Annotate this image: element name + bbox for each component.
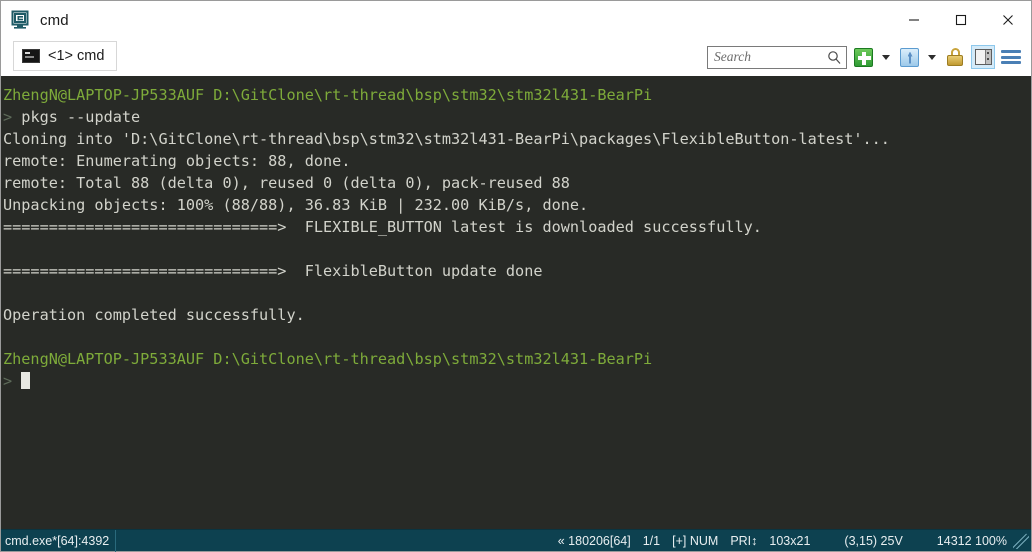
minimize-button[interactable]: [890, 1, 937, 39]
status-process: cmd.exe*[64]:4392: [5, 533, 110, 548]
terminal-line: remote: Total 88 (delta 0), reused 0 (de…: [3, 172, 1031, 194]
status-keys: [+] NUM: [672, 533, 719, 548]
terminal-text: ZhengN@LAPTOP-JP533AUF D:\GitClone\rt-th…: [3, 350, 653, 368]
terminal-line: Operation completed successfully.: [3, 304, 1031, 326]
status-priority: PRI↕: [730, 533, 758, 548]
terminal-line: > pkgs --update: [3, 106, 1031, 128]
tab-bar: <1> cmd: [1, 39, 1031, 76]
active-console-dropdown[interactable]: [925, 45, 939, 69]
main-menu-button[interactable]: [999, 45, 1023, 69]
terminal-output[interactable]: ZhengN@LAPTOP-JP533AUF D:\GitClone\rt-th…: [1, 76, 1031, 529]
blue-up-arrow-icon: [899, 47, 919, 67]
terminal-text: >: [3, 108, 22, 126]
lock-button[interactable]: [943, 45, 967, 69]
new-console-dropdown[interactable]: [879, 45, 893, 69]
search-input[interactable]: [714, 49, 827, 65]
terminal-line: ZhengN@LAPTOP-JP533AUF D:\GitClone\rt-th…: [3, 84, 1031, 106]
status-bar: cmd.exe*[64]:4392 « 180206[64] 1/1 [+] N…: [1, 529, 1031, 552]
terminal-text: Cloning into 'D:\GitClone\rt-thread\bsp\…: [3, 130, 890, 148]
tab-label: <1> cmd: [48, 48, 105, 64]
status-size: 103x21: [769, 533, 811, 548]
terminal-lines: ZhengN@LAPTOP-JP533AUF D:\GitClone\rt-th…: [3, 84, 1031, 392]
terminal-text: ZhengN@LAPTOP-JP533AUF D:\GitClone\rt-th…: [3, 86, 653, 104]
terminal-line: remote: Enumerating objects: 88, done.: [3, 150, 1031, 172]
new-console-button[interactable]: [851, 45, 875, 69]
maximize-button[interactable]: [937, 1, 984, 39]
active-console-button[interactable]: [897, 45, 921, 69]
terminal-line: >: [3, 370, 1031, 392]
window-title: cmd: [40, 11, 69, 29]
title-bar-left: cmd: [1, 10, 69, 30]
terminal-text: Operation completed successfully.: [3, 306, 305, 324]
search-box[interactable]: [707, 45, 847, 69]
terminal-line: Cloning into 'D:\GitClone\rt-thread\bsp\…: [3, 128, 1031, 150]
terminal-text: remote: Total 88 (delta 0), reused 0 (de…: [3, 174, 570, 192]
terminal-text: pkgs --update: [21, 108, 141, 126]
window-controls: [890, 1, 1031, 39]
status-memory: 14312 100%: [936, 533, 1007, 548]
search-icon: [828, 50, 841, 64]
terminal-line: ==============================> FLEXIBLE…: [3, 216, 1031, 238]
terminal-cursor: [21, 372, 31, 389]
terminal-line: ZhengN@LAPTOP-JP533AUF D:\GitClone\rt-th…: [3, 348, 1031, 370]
terminal-text: remote: Enumerating objects: 88, done.: [3, 152, 351, 170]
green-plus-icon: [853, 47, 873, 67]
panel-split-icon: [974, 49, 992, 65]
chevron-down-icon: [882, 54, 890, 60]
status-tab-count: 1/1: [642, 533, 661, 548]
hamburger-menu-icon: [1001, 50, 1021, 64]
status-cursor-pos: (3,15) 25V: [844, 533, 903, 548]
toggle-panel-button[interactable]: [971, 45, 995, 69]
tab-cmd-1[interactable]: <1> cmd: [13, 41, 118, 71]
terminal-line: ==============================> Flexible…: [3, 260, 1031, 282]
toolbar: [707, 41, 1023, 73]
gold-padlock-icon: [947, 48, 963, 66]
terminal-text: ==============================> FLEXIBLE…: [3, 218, 762, 236]
status-divider: [115, 529, 117, 552]
close-button[interactable]: [984, 1, 1031, 39]
terminal-line: Unpacking objects: 100% (88/88), 36.83 K…: [3, 194, 1031, 216]
status-build: « 180206[64]: [557, 533, 631, 548]
conemu-window: cmd <1> cmd Search ZhengN@LAPTOP-JP533AU…: [0, 0, 1032, 552]
title-bar: cmd: [1, 1, 1031, 39]
terminal-text: ==============================> Flexible…: [3, 262, 543, 280]
console-tab-icon: [22, 49, 40, 63]
terminal-text: Unpacking objects: 100% (88/88), 36.83 K…: [3, 196, 589, 214]
console-app-icon: [11, 10, 31, 30]
chevron-down-icon: [928, 54, 936, 60]
resize-grip-icon[interactable]: [1013, 533, 1029, 549]
terminal-text: >: [3, 372, 22, 390]
